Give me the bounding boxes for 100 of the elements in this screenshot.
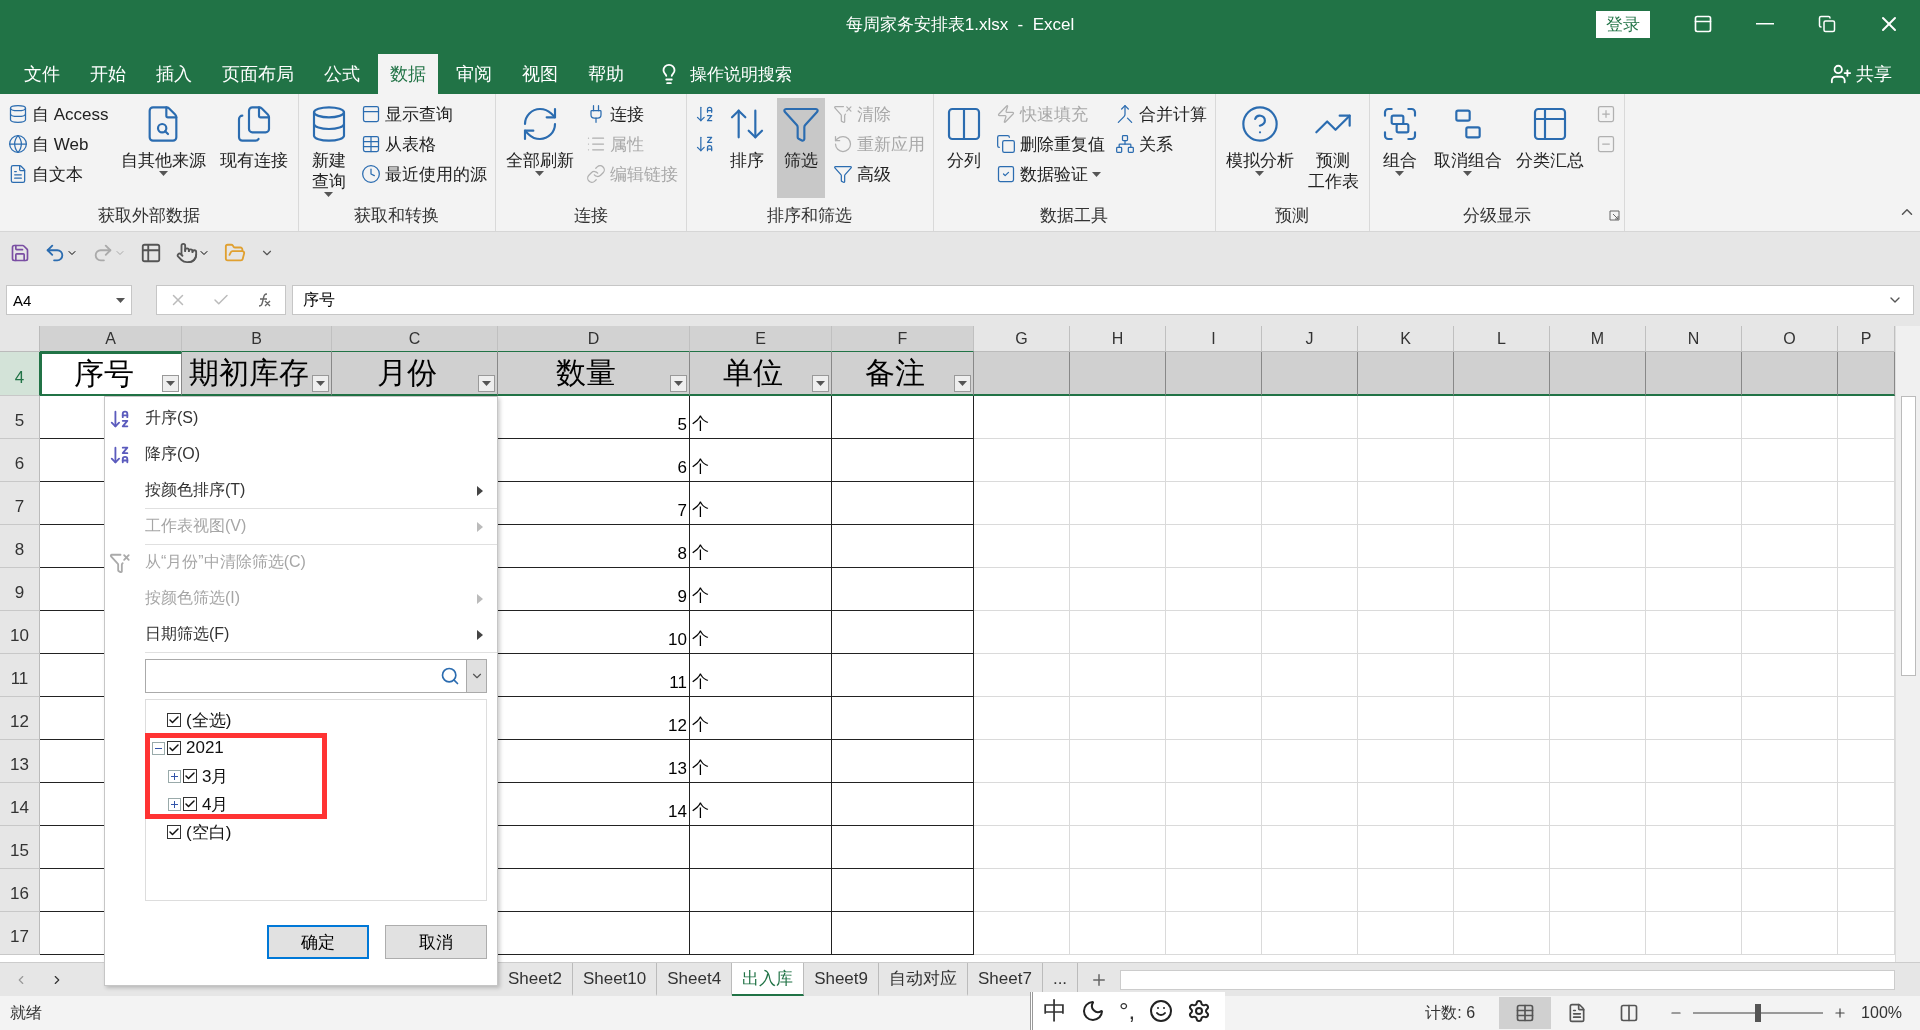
ribbon-button[interactable]: 最近使用的源 (358, 160, 489, 188)
column-header[interactable]: I (1166, 326, 1262, 352)
row-number[interactable]: 6 (0, 439, 40, 482)
column-header[interactable]: G (974, 326, 1070, 352)
save-button[interactable] (10, 243, 30, 263)
zoom-in-icon[interactable] (1833, 1006, 1848, 1020)
ribbon-button[interactable]: 关系 (1112, 130, 1209, 158)
column-header[interactable]: M (1550, 326, 1646, 352)
formula-field[interactable]: 序号 (292, 285, 1914, 315)
name-box[interactable]: A4 (6, 285, 132, 315)
menu-item[interactable]: 升序(S) (145, 401, 497, 437)
filter-dropdown-button[interactable] (954, 375, 971, 392)
row-number[interactable]: 17 (0, 912, 40, 955)
ribbon-button[interactable]: 预测 工作表 (1303, 98, 1363, 198)
dialog-launcher-icon[interactable] (1608, 210, 1620, 221)
ribbon-button[interactable]: 筛选 (776, 98, 825, 198)
row-number[interactable]: 14 (0, 783, 40, 826)
filter-dropdown-button[interactable] (162, 375, 179, 392)
row-number[interactable]: 8 (0, 525, 40, 568)
row-number[interactable]: 4 (0, 352, 40, 396)
sheet-tab[interactable]: 出入库 (732, 963, 805, 996)
ribbon-button[interactable]: 高级 (830, 160, 927, 188)
ribbon-tab[interactable]: 审阅 (444, 54, 504, 94)
ribbon-button[interactable]: 模拟分析 (1221, 98, 1298, 198)
vertical-scrollbar[interactable] (1895, 326, 1920, 962)
filter-dropdown-button[interactable] (812, 375, 829, 392)
column-header[interactable]: O (1742, 326, 1838, 352)
column-header[interactable]: A (40, 326, 182, 352)
column-header[interactable]: K (1358, 326, 1454, 352)
ribbon-button[interactable]: 显示查询 (358, 100, 489, 128)
ribbon-button[interactable]: 自 Access (6, 100, 111, 128)
expand-icon[interactable] (168, 797, 181, 811)
ribbon-button[interactable]: 排序 (722, 98, 771, 198)
column-header[interactable]: N (1646, 326, 1742, 352)
column-header[interactable]: B (182, 326, 332, 352)
column-header[interactable]: E (690, 326, 832, 352)
ribbon-button[interactable]: 新建 查询 (304, 98, 353, 198)
ribbon-tab[interactable]: 插入 (144, 54, 204, 94)
ribbon-button[interactable]: 取消组合 (1429, 98, 1506, 198)
zoom-thumb[interactable] (1755, 1004, 1762, 1022)
ime-mode[interactable]: 中 (1043, 995, 1067, 1027)
filter-dropdown-button[interactable] (312, 375, 329, 392)
row-number[interactable]: 15 (0, 826, 40, 869)
zoom-level[interactable]: 100% (1861, 1004, 1902, 1022)
horizontal-scrollbar[interactable] (1120, 969, 1895, 990)
ribbon-button[interactable]: 现有连接 (215, 98, 292, 198)
checkbox[interactable] (167, 713, 181, 727)
ribbon-button[interactable]: 全部刷新 (501, 98, 578, 198)
ribbon-button[interactable]: 分类汇总 (1511, 98, 1588, 198)
smiley-icon[interactable] (1149, 999, 1174, 1023)
column-header[interactable]: P (1838, 326, 1895, 352)
ribbon-button[interactable]: 组合 (1375, 98, 1424, 198)
collapse-icon[interactable] (152, 741, 165, 755)
checkbox[interactable] (183, 769, 197, 783)
row-number[interactable]: 7 (0, 482, 40, 525)
row-number[interactable]: 9 (0, 568, 40, 611)
column-header[interactable]: D (498, 326, 690, 352)
settings-icon[interactable] (1187, 999, 1212, 1023)
ribbon-tab[interactable]: 帮助 (576, 54, 636, 94)
sign-in-button[interactable]: 登录 (1596, 10, 1650, 38)
undo-button[interactable] (44, 242, 78, 264)
column-header[interactable]: F (832, 326, 974, 352)
ribbon-tab[interactable]: 视图 (510, 54, 570, 94)
ribbon-button[interactable]: 自其他来源 (116, 98, 210, 198)
search-field[interactable] (145, 659, 487, 693)
ribbon-button[interactable]: 连接 (583, 100, 680, 128)
row-number[interactable]: 16 (0, 869, 40, 912)
fit-width-button[interactable] (140, 242, 162, 264)
ribbon-button[interactable]: 合并计算 (1112, 100, 1209, 128)
checkbox[interactable] (183, 797, 197, 811)
menu-item[interactable]: 日期筛选(F) (145, 617, 497, 653)
row-number[interactable]: 13 (0, 740, 40, 783)
column-header[interactable]: J (1262, 326, 1358, 352)
ribbon-button[interactable]: 删除重复值 (993, 130, 1107, 158)
ribbon-tab[interactable]: 页面布局 (210, 54, 306, 94)
checkbox[interactable] (167, 825, 181, 839)
ribbon-button[interactable]: 分列 (939, 98, 988, 198)
ribbon-tab[interactable]: 数据 (378, 54, 438, 94)
column-header[interactable]: C (332, 326, 498, 352)
expand-icon[interactable] (168, 769, 181, 783)
filter-dropdown-button[interactable] (478, 375, 495, 392)
menu-item[interactable]: 按颜色排序(T) (145, 473, 497, 509)
ribbon-button[interactable]: 从表格 (358, 130, 489, 158)
filter-dropdown-button[interactable] (670, 375, 687, 392)
ribbon-tab[interactable]: 文件 (12, 54, 72, 94)
ribbon-button[interactable]: 自 Web (6, 130, 111, 158)
row-number[interactable]: 10 (0, 611, 40, 654)
cancel-button[interactable]: 取消 (385, 925, 487, 959)
share-button[interactable]: 共享 (1824, 54, 1898, 94)
menu-item[interactable]: 降序(O) (145, 437, 497, 473)
punctuation-mode[interactable]: °, (1119, 997, 1136, 1025)
ribbon-tab[interactable]: 公式 (312, 54, 372, 94)
ribbon-tab[interactable]: 开始 (78, 54, 138, 94)
tell-me-search[interactable]: 操作说明搜索 (652, 54, 798, 94)
column-header[interactable]: H (1070, 326, 1166, 352)
column-header[interactable]: L (1454, 326, 1550, 352)
checkbox[interactable] (167, 741, 181, 755)
row-number[interactable]: 5 (0, 396, 40, 439)
view-button[interactable] (1499, 997, 1552, 1029)
row-number[interactable]: 12 (0, 697, 40, 740)
